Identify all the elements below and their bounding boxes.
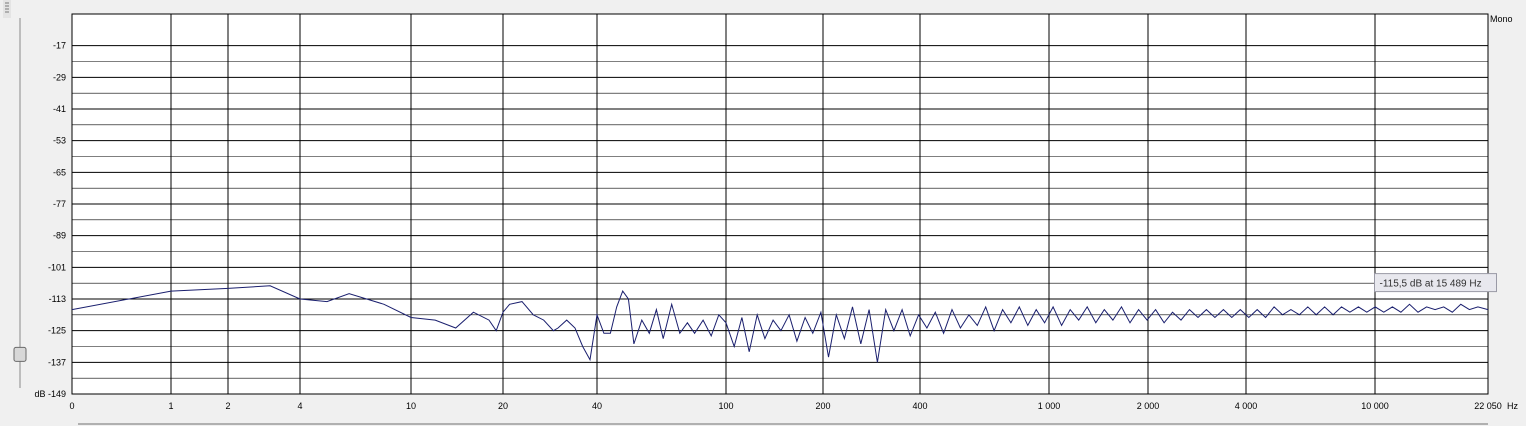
x-tick-label: 20 — [498, 401, 508, 411]
x-tick-label: 2 000 — [1137, 401, 1160, 411]
slider-thumb[interactable] — [13, 346, 27, 362]
value-tooltip: -115,5 dB at 15 489 Hz — [1374, 273, 1497, 293]
y-tick-label: -101 — [48, 262, 66, 272]
panel-grip-icon[interactable] — [3, 0, 11, 18]
x-axis-unit: Hz — [1507, 401, 1518, 411]
x-tick-label: 200 — [815, 401, 830, 411]
y-tick-label: -77 — [53, 199, 66, 209]
tooltip-text: -115,5 dB at 15 489 Hz — [1380, 279, 1482, 290]
y-tick-label: dB -149 — [34, 389, 66, 399]
y-tick-label: -53 — [53, 136, 66, 146]
y-tick-label: -29 — [53, 72, 66, 82]
x-tick-label: 0 — [69, 401, 74, 411]
y-tick-label: -17 — [53, 41, 66, 51]
y-tick-label: -41 — [53, 104, 66, 114]
y-tick-label: -89 — [53, 231, 66, 241]
x-tick-label: 1 000 — [1038, 401, 1061, 411]
x-tick-label: 1 — [168, 401, 173, 411]
y-tick-label: -113 — [49, 294, 66, 304]
x-axis-labels: 0 1 2 4 10 20 40 100 200 400 1 000 2 000 4 000 10 000… — [69, 401, 1501, 411]
x-tick-label: 10 000 — [1361, 401, 1389, 411]
x-tick-label: 100 — [718, 401, 733, 411]
y-tick-label: -125 — [48, 326, 66, 336]
x-tick-label: 2 — [225, 401, 230, 411]
gain-slider[interactable] — [13, 18, 27, 388]
x-tick-label: 40 — [592, 401, 602, 411]
x-tick-label: 4 — [297, 401, 302, 411]
x-tick-label: 4 000 — [1235, 401, 1258, 411]
x-tick-label: 22 050 — [1474, 401, 1502, 411]
y-tick-label: -137 — [48, 357, 66, 367]
channel-label: Mono — [1490, 14, 1513, 24]
x-tick-label: 10 — [406, 401, 416, 411]
y-axis-labels: -17 -29 -41 -53 -65 -77 -89 -101 -113 -125 -137 dB … — [34, 41, 66, 399]
spectrum-analyzer[interactable]: -17 -29 -41 -53 -65 -77 -89 -101 -113 -125 -137 dB … — [0, 0, 1526, 426]
y-tick-label: -65 — [53, 167, 66, 177]
x-tick-label: 400 — [912, 401, 927, 411]
